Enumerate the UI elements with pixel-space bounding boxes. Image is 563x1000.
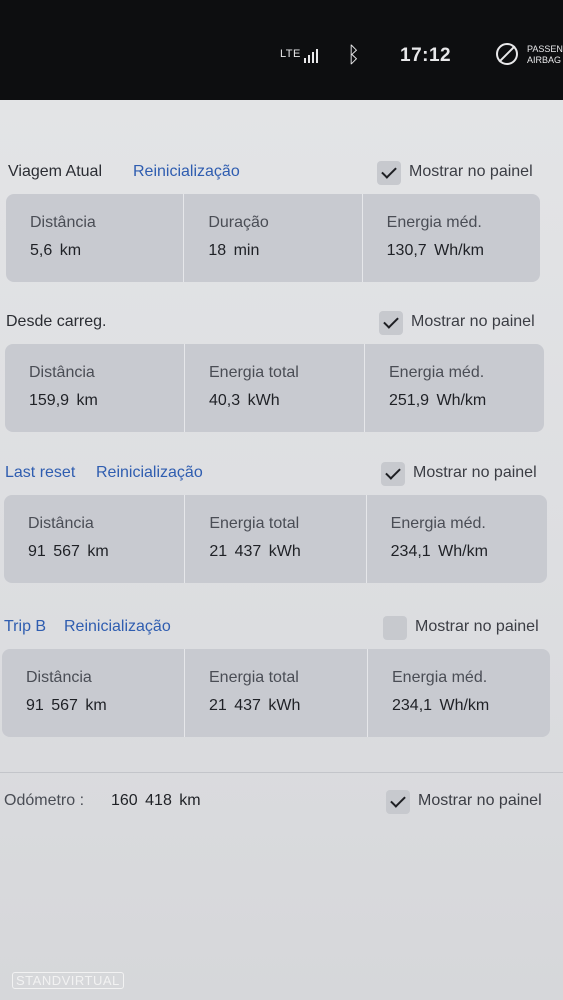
stat-cell: Energia méd. 251,9 Wh/km xyxy=(365,344,544,432)
clock: 17:12 xyxy=(400,45,452,66)
divider xyxy=(0,772,563,773)
stat-cell: Distância 91 567 km xyxy=(2,649,185,737)
stat-value: 91 567 km xyxy=(28,543,109,560)
reset-link[interactable]: Reinicialização xyxy=(133,163,240,181)
section-header-current-trip: Viagem Atual Reinicialização Mostrar no … xyxy=(0,158,563,188)
stat-cell: Distância 159,9 km xyxy=(5,344,185,432)
section-title: Desde carreg. xyxy=(6,313,107,330)
section-title: Last reset xyxy=(5,464,76,481)
stat-label: Distância xyxy=(29,364,95,381)
stat-label: Energia méd. xyxy=(386,214,482,231)
show-on-dashboard-checkbox[interactable] xyxy=(377,161,401,185)
bluetooth-icon: ᛒ xyxy=(347,42,361,67)
stat-value: 18 min xyxy=(208,242,260,259)
stat-label: Energia méd. xyxy=(392,669,488,686)
stats-card-current-trip: Distância 5,6 km Duração 18 min Energia … xyxy=(6,194,540,282)
section-header-last-reset: Last reset Reinicialização Mostrar no pa… xyxy=(0,459,563,489)
stat-cell: Duração 18 min xyxy=(184,194,363,282)
stat-cell: Energia méd. 234,1 Wh/km xyxy=(368,649,550,737)
stat-value: 21 437 kWh xyxy=(209,543,301,560)
show-on-dashboard-checkbox[interactable] xyxy=(379,311,403,335)
stat-label: Distância xyxy=(30,214,96,231)
stat-cell: Energia méd. 130,7 Wh/km xyxy=(363,194,540,282)
stat-label: Energia total xyxy=(209,515,300,532)
stat-value: 5,6 km xyxy=(30,242,82,259)
trip-panel: Viagem Atual Reinicialização Mostrar no … xyxy=(0,100,563,1000)
section-header-trip-b: Trip B Reinicialização Mostrar no painel xyxy=(0,613,563,643)
airbag-text-line2: AIRBAG xyxy=(527,55,562,65)
stat-cell: Energia total 40,3 kWh xyxy=(185,344,365,432)
stat-value: 40,3 kWh xyxy=(209,392,280,409)
checkbox-label[interactable]: Mostrar no painel xyxy=(413,464,537,482)
show-on-dashboard-checkbox[interactable] xyxy=(381,462,405,486)
stat-value: 234,1 Wh/km xyxy=(390,543,488,560)
stats-card-since-charge: Distância 159,9 km Energia total 40,3 kW… xyxy=(5,344,544,432)
stat-label: Energia méd. xyxy=(390,515,486,532)
passenger-airbag-status: PASSEN AIRBAG xyxy=(527,44,563,66)
stat-label: Energia total xyxy=(209,669,299,686)
checkbox-label[interactable]: Mostrar no painel xyxy=(415,618,539,636)
stat-value: 234,1 Wh/km xyxy=(392,697,490,714)
odometer-dashboard-toggle: Mostrar no painel xyxy=(0,787,563,817)
stat-value: 159,9 km xyxy=(29,392,98,409)
stats-card-last-reset: Distância 91 567 km Energia total 21 437… xyxy=(4,495,547,583)
stat-cell: Energia méd. 234,1 Wh/km xyxy=(367,495,547,583)
checkbox-label[interactable]: Mostrar no painel xyxy=(411,313,535,331)
stat-cell: Distância 5,6 km xyxy=(6,194,185,282)
signal-strength-icon xyxy=(304,47,322,63)
reset-link[interactable]: Reinicialização xyxy=(64,618,171,636)
stat-label: Energia méd. xyxy=(389,364,485,381)
watermark-logo: STANDVIRTUAL xyxy=(12,972,124,989)
stat-label: Distância xyxy=(26,669,92,686)
passenger-airbag-off-icon xyxy=(496,43,518,65)
show-on-dashboard-checkbox[interactable] xyxy=(386,790,410,814)
stats-card-trip-b: Distância 91 567 km Energia total 21 437… xyxy=(2,649,550,737)
checkbox-label[interactable]: Mostrar no painel xyxy=(409,163,533,181)
stat-cell: Energia total 21 437 kWh xyxy=(185,649,368,737)
stat-cell: Energia total 21 437 kWh xyxy=(185,495,367,583)
stat-label: Duração xyxy=(208,214,269,231)
status-bar: LTE ᛒ 17:12 PASSEN AIRBAG xyxy=(0,0,563,100)
stat-value: 91 567 km xyxy=(26,697,107,714)
reset-link[interactable]: Reinicialização xyxy=(96,464,203,482)
airbag-text-line1: PASSEN xyxy=(527,44,563,54)
section-title: Viagem Atual xyxy=(8,163,102,180)
stat-label: Distância xyxy=(28,515,94,532)
network-type: LTE xyxy=(280,48,301,60)
checkbox-label[interactable]: Mostrar no painel xyxy=(418,792,542,810)
stat-value: 251,9 Wh/km xyxy=(389,392,487,409)
stat-value: 130,7 Wh/km xyxy=(386,242,484,259)
section-header-since-charge: Desde carreg. Mostrar no painel xyxy=(0,308,563,338)
section-title: Trip B xyxy=(4,618,47,635)
stat-label: Energia total xyxy=(209,364,299,381)
show-on-dashboard-checkbox[interactable] xyxy=(383,616,407,640)
stat-value: 21 437 kWh xyxy=(209,697,301,714)
stat-cell: Distância 91 567 km xyxy=(4,495,186,583)
